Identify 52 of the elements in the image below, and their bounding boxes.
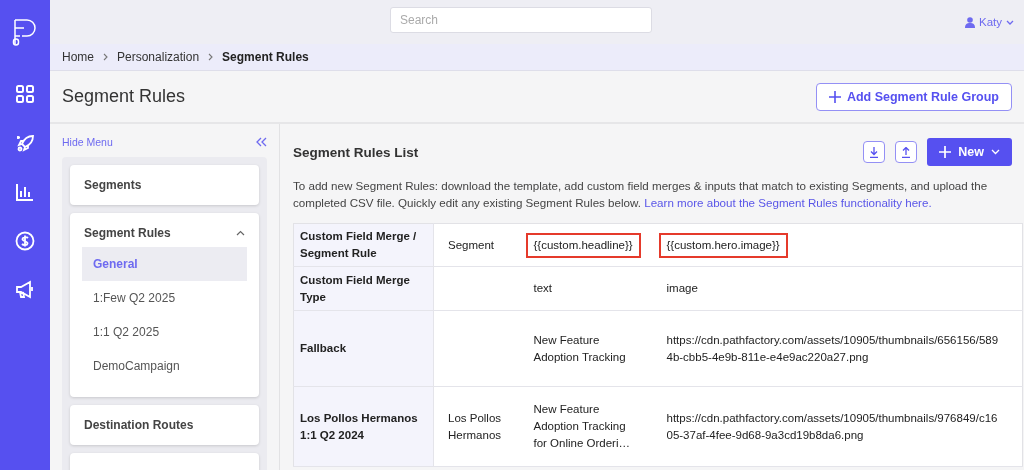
- list-title: Segment Rules List: [293, 144, 419, 160]
- menu-item[interactable]: 1:Few Q2 2025: [82, 281, 247, 315]
- table-cell-text: image: [665, 281, 699, 296]
- download-icon: [869, 146, 880, 158]
- row-header: Custom Field Merge Type: [300, 273, 410, 303]
- row-header: Fallback: [300, 342, 347, 354]
- dollar-icon[interactable]: [15, 231, 35, 251]
- table-cell-text: text: [532, 281, 554, 296]
- chevron-right-icon: [103, 53, 108, 61]
- chevron-down-icon: [1006, 19, 1014, 25]
- upload-icon: [901, 146, 912, 158]
- user-menu[interactable]: Katy: [965, 16, 1014, 28]
- table-cell-text: https://cdn.pathfactory.com/assets/10905/thumbnails/976849/c16 05-37af-4fee-9d68-9a3cd19b8da6.png: [665, 410, 999, 443]
- chevron-up-icon[interactable]: [236, 230, 245, 236]
- plus-icon: [939, 146, 952, 158]
- highlighted-cell-text: {{custom.hero.image}}: [658, 232, 788, 258]
- table-cell-text: Segment: [447, 237, 496, 253]
- chevron-down-icon: [991, 149, 1000, 155]
- upload-button[interactable]: [895, 141, 918, 163]
- table-cell-text: New Feature Adoption Tracking: [532, 332, 627, 365]
- page-title: Segment Rules: [62, 86, 186, 107]
- collapse-icon[interactable]: [256, 137, 267, 147]
- menu-item[interactable]: DemoCampaign: [82, 349, 247, 383]
- section-title[interactable]: Destination Routes: [84, 418, 194, 432]
- table-cell-text: New Feature Adoption Tracking for Online Orderi…: [532, 402, 631, 451]
- plus-icon: [828, 90, 841, 103]
- table-cell-text: Los Pollos Hermanos: [447, 410, 503, 443]
- download-button[interactable]: [863, 141, 886, 163]
- breadcrumb-current: Segment Rules: [222, 50, 309, 64]
- chevron-right-icon: [208, 53, 214, 61]
- logo-icon[interactable]: [12, 17, 38, 47]
- menu-item[interactable]: General: [82, 247, 247, 281]
- hide-menu-link[interactable]: Hide Menu: [62, 136, 113, 148]
- bar-chart-icon[interactable]: [16, 183, 34, 201]
- breadcrumb-link[interactable]: Personalization: [117, 50, 200, 64]
- learn-more-link[interactable]: Learn more about the Segment Rules functionality here.: [644, 196, 932, 209]
- search-field[interactable]: Search: [390, 7, 652, 33]
- grid-icon[interactable]: [16, 85, 34, 103]
- description-text: To add new Segment Rules: download the template, add custom field merges & inputs that match to existing Segments, and upload the completed CSV file. Quickly edit any existing Segment Rules below. Learn more about the Segment Rules functionality here.: [293, 178, 989, 211]
- add-group-button[interactable]: Add Segment Rule Group: [815, 82, 1012, 111]
- row-header: Custom Field Merge / Segment Rule: [300, 230, 417, 259]
- highlighted-cell-text: {{custom.headline}}: [525, 232, 641, 258]
- rocket-icon[interactable]: [15, 133, 35, 153]
- new-button[interactable]: New: [927, 138, 1012, 166]
- section-title[interactable]: Segment Rules: [84, 226, 171, 240]
- section-title[interactable]: Segments: [84, 178, 142, 192]
- table-cell-text: https://cdn.pathfactory.com/assets/10905/thumbnails/656156/589 4b-cbb5-4e9b-811e-e4e9ac220a27.png: [665, 332, 1000, 365]
- breadcrumb-link[interactable]: Home: [62, 50, 94, 64]
- person-icon: [965, 16, 975, 28]
- menu-item[interactable]: 1:1 Q2 2025: [82, 315, 247, 349]
- megaphone-icon[interactable]: [15, 280, 35, 300]
- row-header: Los Pollos Hermanos 1:1 Q2 2024: [300, 411, 418, 441]
